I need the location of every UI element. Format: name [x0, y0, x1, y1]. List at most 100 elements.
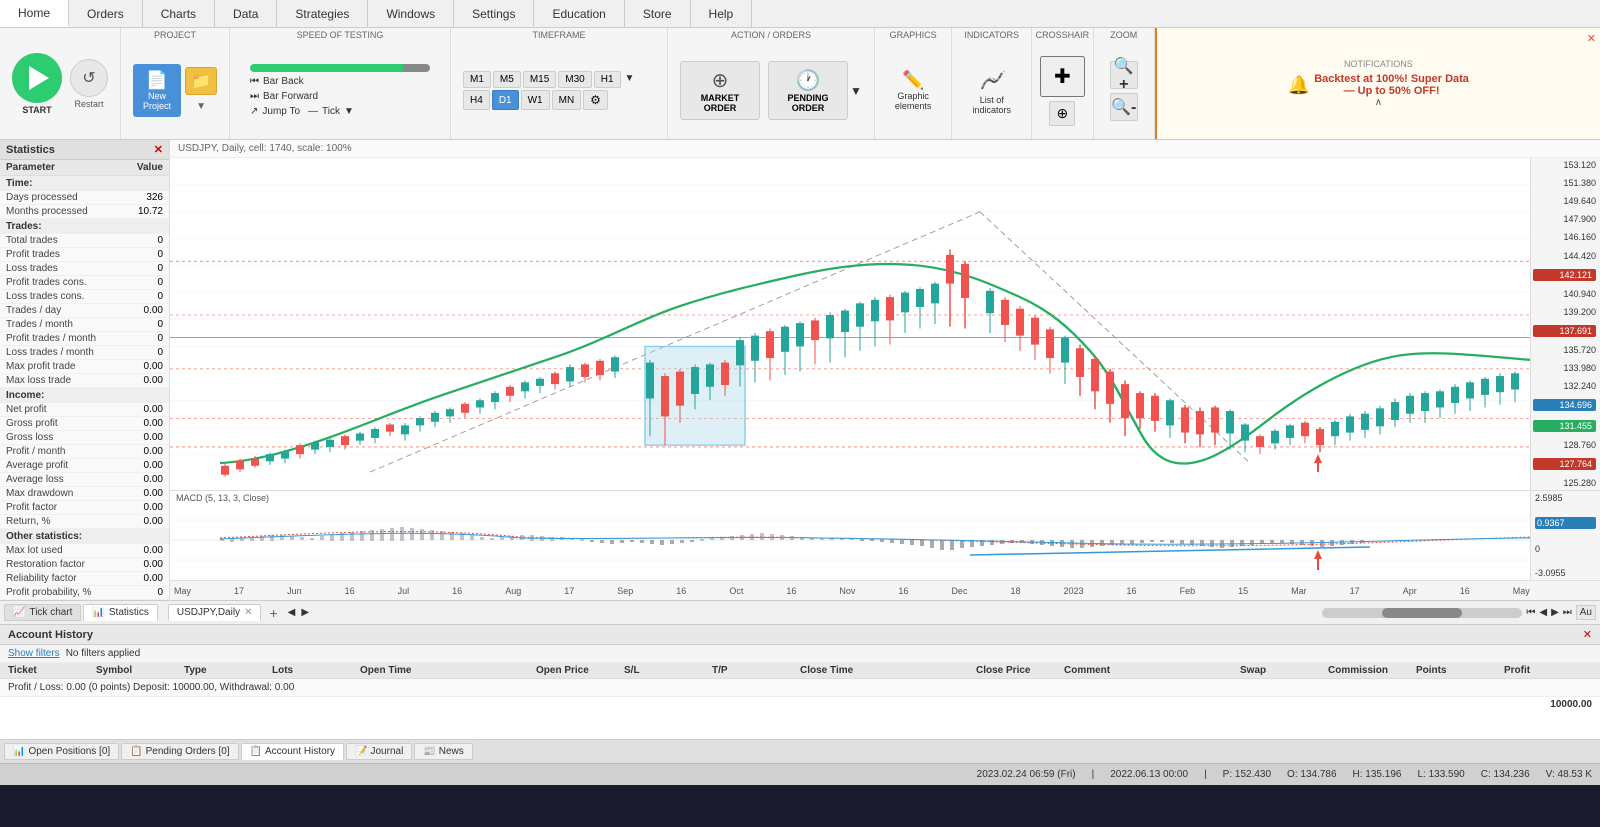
- notifications-close[interactable]: ✕: [1587, 32, 1596, 45]
- restart-label: Restart: [74, 99, 103, 109]
- tf-h4[interactable]: H4: [463, 90, 490, 110]
- chart-zoom-fit[interactable]: Au: [1576, 605, 1596, 620]
- time-16-7: 16: [1460, 586, 1470, 596]
- top-navigation: Home Orders Charts Data Strategies Windo…: [0, 0, 1600, 28]
- time-16-1: 16: [345, 586, 355, 596]
- nav-help[interactable]: Help: [691, 0, 753, 27]
- stats-row: Profit factor0.00: [0, 501, 169, 515]
- nav-data[interactable]: Data: [215, 0, 277, 27]
- scroll-next[interactable]: ▶: [1551, 607, 1559, 618]
- stats-row: Average profit0.00: [0, 459, 169, 473]
- usdjpy-chart-tab[interactable]: USDJPY,Daily ✕: [168, 604, 262, 621]
- bar-back[interactable]: ⏮ Bar Back: [250, 76, 430, 87]
- nav-education[interactable]: Education: [534, 0, 624, 27]
- crosshair-move-button[interactable]: ⊕: [1049, 101, 1075, 126]
- macd-svg: [170, 505, 1600, 575]
- statistics-panel: Statistics ✕ Parameter Value Time: Days …: [0, 140, 170, 600]
- col-close-price: Close Price: [976, 665, 1064, 676]
- scroll-prev[interactable]: ◀: [1539, 607, 1547, 618]
- orders-dropdown[interactable]: ▼: [850, 84, 862, 98]
- tick-control[interactable]: — Tick ▼: [308, 106, 354, 117]
- nav-settings[interactable]: Settings: [454, 0, 534, 27]
- tick-chart-tab[interactable]: 📈 Tick chart: [4, 604, 81, 621]
- statistics-tab[interactable]: 📊 Statistics: [83, 604, 157, 621]
- chart-scrollbar[interactable]: [1322, 608, 1522, 618]
- col-symbol: Symbol: [96, 665, 184, 676]
- time-jul: Jul: [398, 586, 410, 596]
- scroll-first[interactable]: ⏮: [1526, 607, 1535, 618]
- account-history-tab[interactable]: 📋 Account History: [241, 743, 344, 760]
- notif-collapse[interactable]: ∧: [1375, 97, 1382, 108]
- scroll-last[interactable]: ⏭: [1563, 607, 1572, 618]
- time-17-2: 17: [564, 586, 574, 596]
- tf-m5[interactable]: M5: [493, 71, 521, 88]
- tf-dropdown[interactable]: ▼: [623, 71, 637, 88]
- time-16-4: 16: [786, 586, 796, 596]
- crosshair-button[interactable]: ✚: [1040, 56, 1085, 97]
- usdjpy-tab-close[interactable]: ✕: [244, 607, 252, 618]
- tf-mn[interactable]: MN: [552, 90, 582, 110]
- time-apr: Apr: [1403, 586, 1417, 596]
- nav-prev-tab[interactable]: ◀: [286, 605, 298, 620]
- jump-to-label: Jump To: [262, 106, 300, 117]
- zoom-in-button[interactable]: 🔍+: [1110, 61, 1138, 89]
- stats-close-button[interactable]: ✕: [154, 143, 163, 156]
- macd-price-axis: 2.5985 0.9367 0 -3.0955: [1530, 491, 1600, 580]
- pending-order-button[interactable]: 🕐 PENDINGORDER: [768, 61, 848, 120]
- market-order-label: MARKETORDER: [701, 93, 740, 113]
- stats-row: Max loss trade0.00: [0, 374, 169, 388]
- time-may: May: [174, 586, 191, 596]
- start-button[interactable]: [12, 53, 62, 103]
- tick-icon: —: [308, 106, 318, 117]
- stats-time-section: Time:: [0, 176, 169, 191]
- news-tab[interactable]: 📰 News: [414, 743, 472, 760]
- show-filters-link[interactable]: Show filters: [8, 648, 60, 659]
- graphic-elements-button[interactable]: ✏️ Graphicelements: [883, 64, 944, 117]
- pending-orders-tab[interactable]: 📋 Pending Orders [0]: [121, 743, 238, 760]
- tf-m30[interactable]: M30: [558, 71, 591, 88]
- time-nov: Nov: [839, 586, 855, 596]
- tick-dropdown[interactable]: ▼: [344, 106, 354, 117]
- journal-tab[interactable]: 📝 Journal: [346, 743, 412, 760]
- status-l: L: 133.590: [1417, 769, 1464, 780]
- action-section: ACTION / ORDERS ⊕ MARKETORDER 🕐 PENDINGO…: [668, 28, 875, 139]
- nav-home[interactable]: Home: [0, 0, 69, 27]
- stats-row: Restoration factor0.00: [0, 558, 169, 572]
- tf-w1[interactable]: W1: [521, 90, 550, 110]
- price-axis: 153.120 151.380 149.640 147.900 146.160 …: [1530, 158, 1600, 490]
- tf-h1[interactable]: H1: [594, 71, 621, 88]
- account-history-close[interactable]: ✕: [1583, 628, 1592, 641]
- chart-main[interactable]: 153.120 151.380 149.640 147.900 146.160 …: [170, 158, 1600, 490]
- open-positions-tab[interactable]: 📊 Open Positions [0]: [4, 743, 119, 760]
- nav-store[interactable]: Store: [625, 0, 691, 27]
- project-buttons: 📄 NewProject 📁 ▼: [129, 60, 221, 121]
- nav-charts[interactable]: Charts: [143, 0, 215, 27]
- stats-row: Reliability factor0.00: [0, 572, 169, 586]
- list-of-indicators-button[interactable]: List ofindicators: [960, 61, 1023, 121]
- zoom-out-button[interactable]: 🔍-: [1110, 93, 1138, 121]
- speed-bar[interactable]: [250, 64, 430, 72]
- nav-orders[interactable]: Orders: [69, 0, 143, 27]
- price-137-highlighted: 137.691: [1533, 325, 1596, 337]
- tf-d1[interactable]: D1: [492, 90, 519, 110]
- new-project-button[interactable]: 📄 NewProject: [133, 64, 181, 117]
- timeframe-settings[interactable]: ⚙: [583, 90, 608, 110]
- folder-button[interactable]: 📁: [185, 67, 217, 95]
- graphics-label: GRAPHICS: [890, 30, 937, 40]
- tick-chart-label: Tick chart: [29, 607, 72, 618]
- nav-next-tab[interactable]: ▶: [299, 605, 311, 620]
- bar-forward[interactable]: ⏭ Bar Forward: [250, 91, 430, 102]
- nav-windows[interactable]: Windows: [368, 0, 454, 27]
- timeframe-section: TIMEFRAME M1 M5 M15 M30 H1 ▼ H4 D1 W1 MN…: [451, 28, 668, 139]
- market-order-button[interactable]: ⊕ MARKETORDER: [680, 61, 760, 120]
- add-chart-tab[interactable]: +: [263, 603, 283, 623]
- jump-to[interactable]: ↗ Jump To: [250, 106, 300, 117]
- tf-m15[interactable]: M15: [523, 71, 556, 88]
- restart-button[interactable]: ↺: [70, 59, 108, 97]
- col-commission: Commission: [1328, 665, 1416, 676]
- nav-strategies[interactable]: Strategies: [277, 0, 368, 27]
- status-p: P: 152.430: [1223, 769, 1271, 780]
- tf-m1[interactable]: M1: [463, 71, 491, 88]
- notification-text: Backtest at 100%! Super Data— Up to 50% …: [1314, 73, 1469, 97]
- project-dropdown[interactable]: ▼: [194, 99, 208, 114]
